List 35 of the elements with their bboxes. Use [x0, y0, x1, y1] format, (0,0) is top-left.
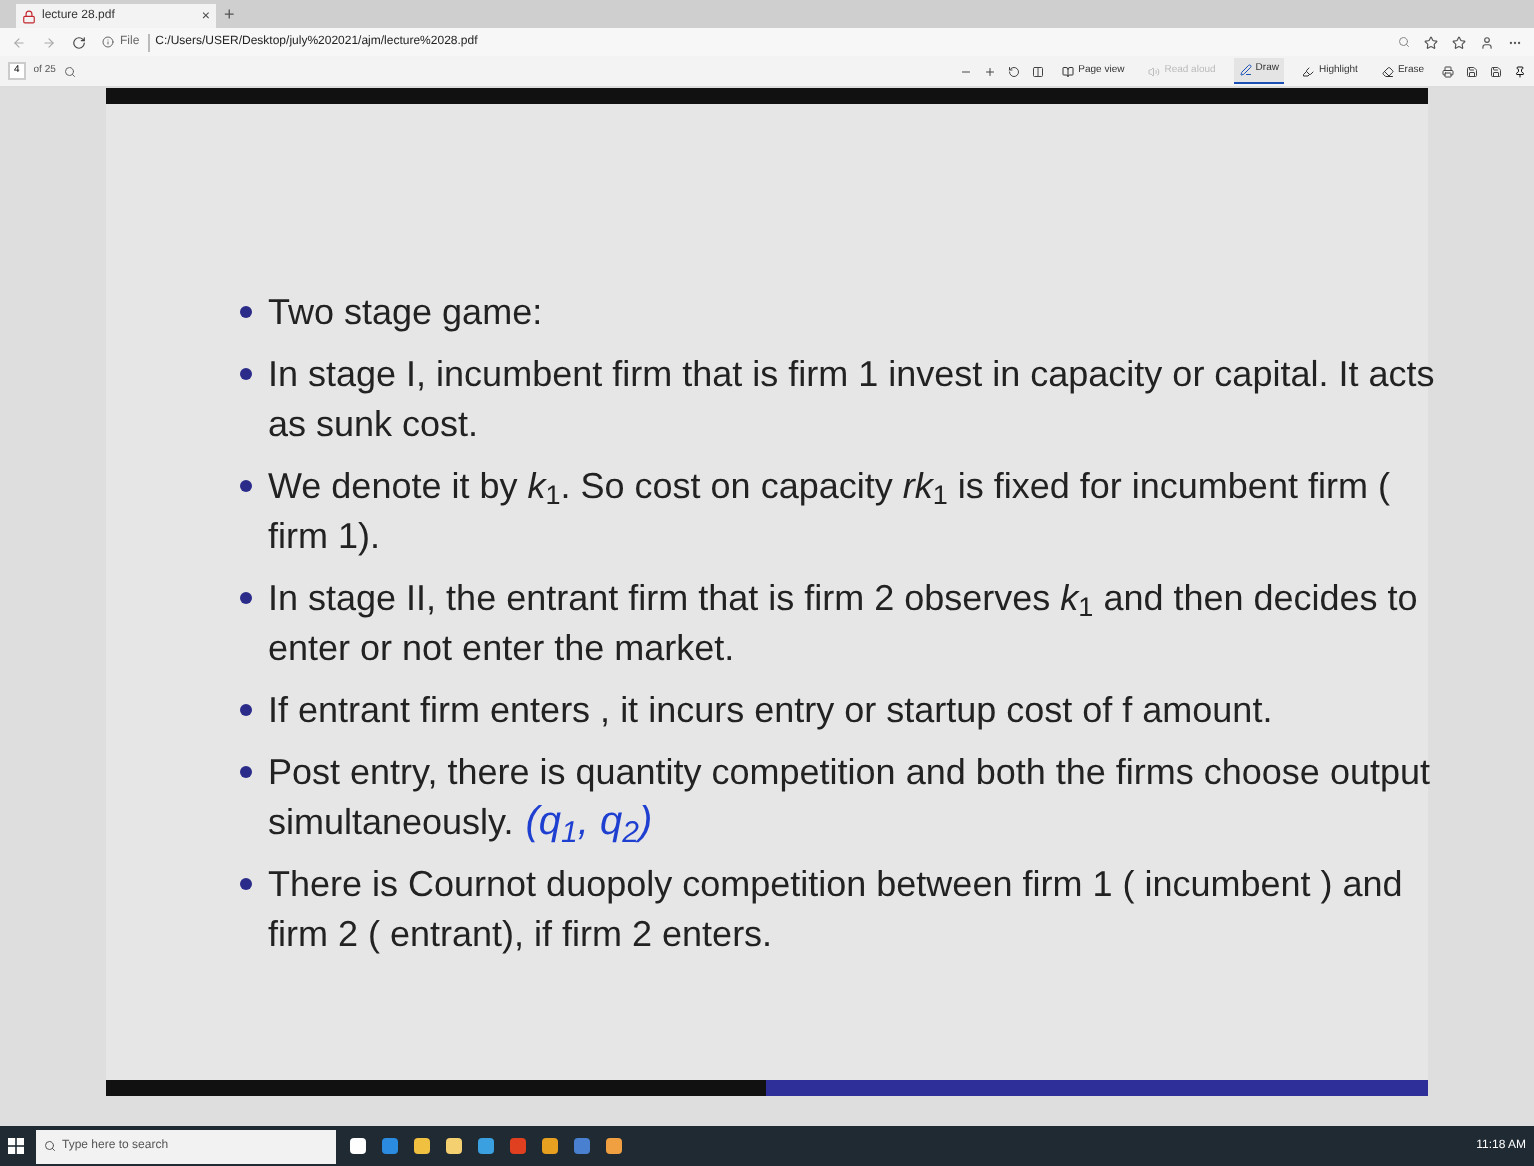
- pin-icon[interactable]: [1514, 65, 1526, 77]
- slide-text: firm 2 ( entrant), if firm 2 enters.: [268, 912, 773, 958]
- speaker-icon: [1148, 65, 1161, 77]
- slide-text: If entrant firm enters , it incurs entry or startup cost of f amount.: [268, 688, 1273, 734]
- slide-text: Two stage game:: [268, 290, 543, 336]
- slide-text: In stage II, the entrant firm that is firm 2 observes k$_{1}$ and then decides to: [268, 576, 1418, 624]
- slide-text: firm 1).: [268, 514, 380, 560]
- save-as-icon[interactable]: [1490, 65, 1502, 77]
- search-icon[interactable]: [63, 65, 76, 77]
- eraser-icon: [1381, 65, 1394, 77]
- slide-text: as sunk cost.: [268, 402, 479, 448]
- book-icon: [1062, 65, 1075, 77]
- pen-icon: [1239, 64, 1252, 76]
- profile-icon[interactable]: [1480, 35, 1494, 49]
- fit-icon[interactable]: [1032, 65, 1045, 77]
- favorites-icon[interactable]: [1452, 35, 1466, 49]
- slide-text: We denote it by k$_{1}$. So cost on capacity rk$_{1}$ is fixed for incumbent firm (: [268, 464, 1390, 512]
- slide-text: enter or not enter the market.: [268, 626, 735, 672]
- slide-text: simultaneously.: [268, 800, 514, 846]
- new-tab-button[interactable]: +: [224, 6, 235, 24]
- slide-text: There is Cournot duopoly competition between firm 1 ( incumbent ) and: [268, 862, 1403, 908]
- slide-text: In stage I, incumbent firm that is firm 1 invest in capacity or capital. It acts: [268, 352, 1435, 398]
- windows-icon[interactable]: [8, 1138, 24, 1154]
- slide-text: Post entry, there is quantity competition and both the firms choose output: [268, 750, 1430, 796]
- save-icon[interactable]: [1466, 65, 1478, 77]
- print-icon[interactable]: [1442, 65, 1454, 77]
- zoom-icon[interactable]: [1398, 35, 1410, 47]
- highlighter-icon: [1302, 65, 1315, 77]
- info-icon: [102, 36, 114, 48]
- search-icon: [44, 1140, 56, 1152]
- rotate-icon[interactable]: [1008, 65, 1021, 77]
- star-icon[interactable]: [1424, 35, 1438, 49]
- handwritten-note: (q$_{1}$, q$_{2}$): [525, 798, 653, 848]
- zoom-in-icon[interactable]: [984, 65, 997, 77]
- reload-icon[interactable]: [72, 35, 86, 49]
